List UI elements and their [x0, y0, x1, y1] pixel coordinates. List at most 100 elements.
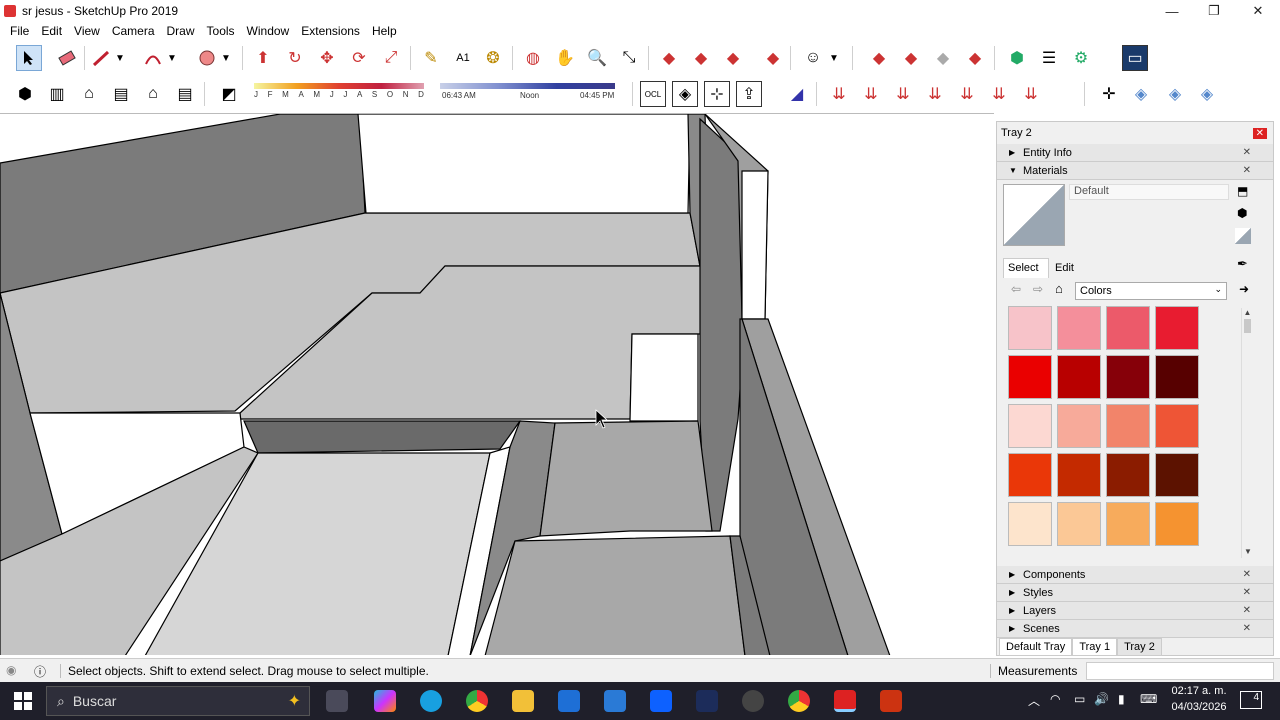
zoom-extents-icon[interactable]: ⤡ — [616, 45, 642, 71]
color-swatch[interactable] — [1106, 502, 1150, 546]
rotate-icon[interactable]: ⟳ — [346, 45, 372, 71]
style-shaded-icon[interactable]: ◈ — [1194, 81, 1220, 107]
measurements-input[interactable] — [1086, 662, 1274, 680]
menu-file[interactable]: File — [4, 24, 35, 38]
extension-warehouse-icon[interactable]: ◆ — [760, 45, 786, 71]
left-view-icon[interactable]: ▤ — [172, 81, 198, 107]
dimension-tool-icon[interactable]: ⊹ — [704, 81, 730, 107]
autocad-icon[interactable] — [880, 690, 902, 712]
panel-close-icon[interactable]: ✕ — [1243, 165, 1251, 176]
obs-icon[interactable] — [742, 690, 764, 712]
menu-view[interactable]: View — [68, 24, 106, 38]
home-icon[interactable]: ⌂ — [1055, 281, 1063, 296]
back-arrow-icon[interactable]: ⇦ — [1011, 282, 1021, 296]
color-swatch[interactable] — [1155, 355, 1199, 399]
minimize-button[interactable]: — — [1150, 0, 1194, 22]
panel-close-icon[interactable]: ✕ — [1243, 605, 1251, 616]
tray-close-button[interactable]: ✕ — [1252, 127, 1267, 139]
plugin-tool-3-icon[interactable]: ◆ — [930, 45, 956, 71]
material-3d-icon[interactable]: ⬢ — [1237, 206, 1247, 220]
default-material-icon[interactable] — [1235, 228, 1251, 244]
sample-paint-icon[interactable]: ✒ — [1237, 256, 1248, 272]
panel-materials[interactable]: ▼ Materials ✕ — [997, 162, 1273, 180]
section-plane-icon[interactable]: ◢ — [784, 81, 810, 107]
plugin-e-icon[interactable]: ⇊ — [954, 81, 980, 107]
color-swatch[interactable] — [1106, 306, 1150, 350]
battery-icon[interactable]: ▭ — [1074, 692, 1085, 706]
menu-tools[interactable]: Tools — [201, 24, 241, 38]
color-swatch[interactable] — [1057, 355, 1101, 399]
tray-tab-default[interactable]: Default Tray — [999, 638, 1073, 656]
wifi-icon[interactable]: ◠ — [1050, 692, 1060, 706]
color-swatch[interactable] — [1057, 404, 1101, 448]
chevron-down-icon[interactable]: ▼ — [164, 45, 180, 71]
chrome-profile-icon[interactable] — [788, 690, 810, 712]
notification-center-icon[interactable]: 4 — [1240, 691, 1262, 709]
mail-icon[interactable] — [604, 690, 626, 712]
tray-tab-2[interactable]: Tray 2 — [1117, 638, 1162, 656]
default-tray-icon[interactable]: ▭ — [1122, 45, 1148, 71]
color-swatch[interactable] — [1008, 404, 1052, 448]
color-swatch[interactable] — [1155, 453, 1199, 497]
restore-button[interactable]: ❐ — [1192, 0, 1236, 22]
windows-start-icon[interactable] — [14, 692, 32, 713]
color-swatch[interactable] — [1106, 355, 1150, 399]
shadows-toggle-icon[interactable]: ◩ — [216, 81, 242, 107]
panel-close-icon[interactable]: ✕ — [1243, 587, 1251, 598]
forward-arrow-icon[interactable]: ⇨ — [1033, 282, 1043, 296]
plugin-a-icon[interactable]: ⇊ — [826, 81, 852, 107]
push-pull-icon[interactable]: ⬆ — [250, 45, 276, 71]
plugin-tool-5-icon[interactable]: ⬢ — [1004, 45, 1030, 71]
tab-edit[interactable]: Edit — [1053, 260, 1074, 274]
swatch-scrollbar[interactable]: ▲ ▼ — [1241, 308, 1253, 558]
menu-draw[interactable]: Draw — [161, 24, 201, 38]
color-swatch[interactable] — [1155, 306, 1199, 350]
menu-camera[interactable]: Camera — [106, 24, 161, 38]
color-swatch[interactable] — [1057, 453, 1101, 497]
paint-bucket-icon[interactable]: ❂ — [480, 45, 506, 71]
panel-scenes[interactable]: ▶ Scenes ✕ — [997, 620, 1273, 638]
style-xray-icon[interactable]: ◈ — [1128, 81, 1154, 107]
panel-components[interactable]: ▶ Components ✕ — [997, 566, 1273, 584]
pan-icon[interactable]: ✋ — [552, 45, 578, 71]
color-swatch[interactable] — [1106, 404, 1150, 448]
close-button[interactable]: ✕ — [1236, 0, 1280, 22]
create-material-icon[interactable]: ⬒ — [1237, 184, 1248, 198]
warehouse-icon[interactable]: ◆ — [656, 45, 682, 71]
tray-tab-1[interactable]: Tray 1 — [1072, 638, 1118, 656]
scale-icon[interactable]: ⤢ — [378, 45, 404, 71]
plugin-tool-2-icon[interactable]: ◆ — [898, 45, 924, 71]
color-swatch[interactable] — [1008, 453, 1052, 497]
details-arrow-icon[interactable]: ➜ — [1239, 282, 1249, 296]
right-view-icon[interactable]: ▤ — [108, 81, 134, 107]
plugin-g-icon[interactable]: ⇊ — [1018, 81, 1044, 107]
section-tool-icon[interactable]: ◈ — [672, 81, 698, 107]
eraser-icon[interactable] — [54, 45, 80, 71]
time-slider[interactable]: 06:43 AM Noon 04:45 PM — [440, 83, 620, 103]
sketchup-taskbar-icon[interactable] — [834, 690, 856, 712]
iso-view-icon[interactable]: ⬢ — [12, 81, 38, 107]
dropbox-icon[interactable] — [650, 690, 672, 712]
panel-layers[interactable]: ▶ Layers ✕ — [997, 602, 1273, 620]
edge-icon[interactable] — [420, 690, 442, 712]
tab-select[interactable]: Select — [1003, 258, 1049, 278]
geo-location-icon[interactable]: ◉ — [6, 663, 16, 677]
color-swatch[interactable] — [1008, 306, 1052, 350]
vscode-like-icon[interactable] — [696, 690, 718, 712]
pencil-line-icon[interactable] — [88, 45, 114, 71]
keyboard-icon[interactable]: ⌨ — [1140, 692, 1157, 706]
top-view-icon[interactable]: ▥ — [44, 81, 70, 107]
store-icon[interactable] — [558, 690, 580, 712]
plugin-tool-1-icon[interactable]: ◆ — [866, 45, 892, 71]
library-select[interactable]: Colors ⌄ — [1075, 282, 1227, 300]
plugin-tool-7-icon[interactable]: ⚙ — [1068, 45, 1094, 71]
tape-measure-icon[interactable]: ✎ — [418, 45, 444, 71]
copilot-icon[interactable] — [374, 690, 396, 712]
front-view-icon[interactable]: ⌂ — [76, 81, 102, 107]
share-model-icon[interactable]: ◆ — [688, 45, 714, 71]
plugin-d-icon[interactable]: ⇊ — [922, 81, 948, 107]
orbit-icon[interactable]: ◍ — [520, 45, 546, 71]
panel-close-icon[interactable]: ✕ — [1243, 569, 1251, 580]
color-swatch[interactable] — [1155, 502, 1199, 546]
export-icon[interactable]: ⇪ — [736, 81, 762, 107]
